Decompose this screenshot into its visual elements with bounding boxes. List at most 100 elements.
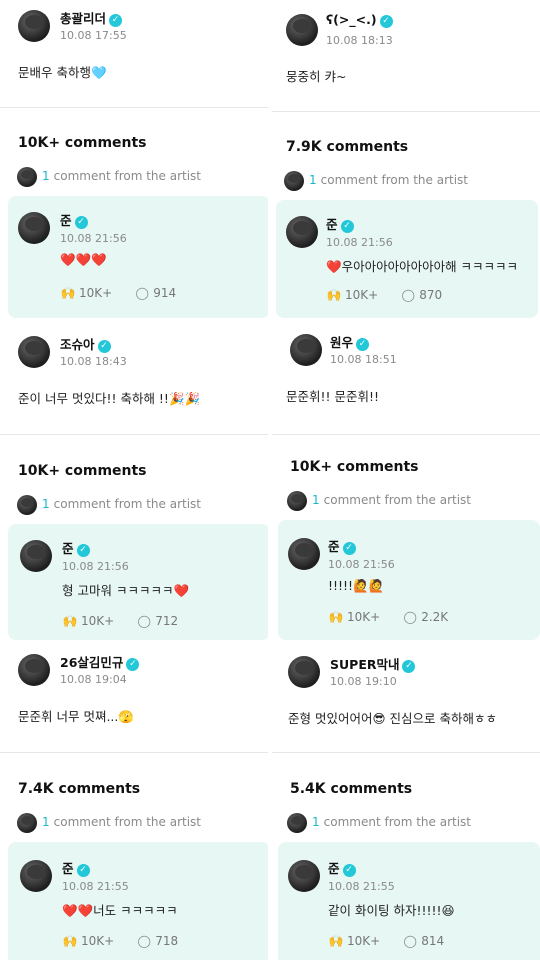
artist-comment-link[interactable]: 1 comment from the artist bbox=[42, 815, 201, 829]
comment-bubble-icon[interactable]: ◯ bbox=[402, 934, 418, 948]
author-name-text[interactable]: 준 bbox=[62, 861, 74, 876]
like-hands-icon[interactable]: 🙌 bbox=[328, 610, 344, 624]
author-name-text[interactable]: 총괄리더 bbox=[60, 11, 106, 26]
reply-stats: 🙌 10K+ ◯ 814 bbox=[328, 934, 445, 948]
artist-mini-avatar bbox=[17, 813, 37, 833]
verified-check-icon: ✓ bbox=[340, 220, 354, 233]
author-name-text[interactable]: 26살김민규 bbox=[60, 655, 123, 670]
post-card[interactable]: 총괄리더 ✓ 10.08 17:55 문배우 축하행🩵 bbox=[0, 0, 268, 106]
post-card[interactable]: ʕ(>_<.) ✓ 10.08 18:13 뭉중히 캬~ bbox=[272, 0, 540, 110]
author-name[interactable]: 원우 ✓ bbox=[330, 332, 370, 351]
divider bbox=[272, 434, 540, 435]
artist-mini-avatar bbox=[287, 491, 307, 511]
author-name[interactable]: 준 ✓ bbox=[328, 858, 356, 877]
author-name[interactable]: 준 ✓ bbox=[326, 214, 354, 233]
avatar[interactable] bbox=[288, 656, 320, 688]
artist-reply[interactable]: 준 ✓ 10.08 21:56 ❤️우아아아아아아아아해 ㅋㅋㅋㅋㅋ 🙌 10K+ ◯… bbox=[276, 200, 538, 318]
comment-thread: 10K+ comments 1 comment from the artist 준… bbox=[0, 122, 268, 432]
post-text: 문준휘 너무 멋쪄...🫣 bbox=[18, 709, 134, 724]
like-count: 10K+ bbox=[81, 614, 115, 628]
divider bbox=[0, 434, 268, 435]
reply-comment-count: 712 bbox=[155, 614, 179, 628]
artist-reply[interactable]: 준 ✓ 10.08 21:56 !!!!!🙋🙋 🙌 10K+ ◯ 2.2K bbox=[278, 520, 540, 640]
avatar[interactable] bbox=[286, 216, 318, 248]
avatar[interactable] bbox=[20, 540, 52, 572]
avatar[interactable] bbox=[290, 334, 322, 366]
avatar[interactable] bbox=[288, 860, 320, 892]
like-count: 10K+ bbox=[347, 934, 381, 948]
avatar[interactable] bbox=[20, 860, 52, 892]
author-name-text[interactable]: 준 bbox=[328, 539, 340, 554]
artist-mini-avatar bbox=[17, 167, 37, 187]
author-name-text[interactable]: 준 bbox=[326, 217, 338, 232]
author-name-text[interactable]: 준 bbox=[328, 861, 340, 876]
avatar[interactable] bbox=[18, 212, 50, 244]
verified-check-icon: ✓ bbox=[379, 15, 393, 28]
reply-date: 10.08 21:55 bbox=[328, 880, 395, 893]
author-name-text[interactable]: 준 bbox=[62, 541, 74, 556]
artist-reply[interactable]: 준 ✓ 10.08 21:55 같이 화이팅 하자!!!!!😆 🙌 10K+ ◯ 814 bbox=[278, 842, 540, 960]
comment-bubble-icon[interactable]: ◯ bbox=[136, 934, 152, 948]
author-name[interactable]: SUPER막내 ✓ bbox=[330, 654, 416, 673]
like-count: 10K+ bbox=[81, 934, 115, 948]
like-hands-icon[interactable]: 🙌 bbox=[62, 934, 78, 948]
like-hands-icon[interactable]: 🙌 bbox=[60, 286, 76, 300]
author-name-text[interactable]: SUPER막내 bbox=[330, 657, 399, 672]
post-text: 준형 멋있어어어😎 진심으로 축하해ㅎㅎ bbox=[288, 711, 497, 726]
comment-bubble-icon[interactable]: ◯ bbox=[136, 614, 152, 628]
artist-comment-count: 1 bbox=[42, 169, 50, 183]
verified-check-icon: ✓ bbox=[356, 338, 370, 351]
avatar[interactable] bbox=[18, 654, 50, 686]
avatar[interactable] bbox=[18, 336, 50, 368]
author-name[interactable]: 준 ✓ bbox=[328, 536, 356, 555]
artist-comment-link[interactable]: 1 comment from the artist bbox=[312, 493, 471, 507]
author-name[interactable]: 총괄리더 ✓ bbox=[60, 8, 123, 27]
artist-comment-count: 1 bbox=[312, 493, 320, 507]
artist-comment-link[interactable]: 1 comment from the artist bbox=[42, 497, 201, 511]
divider bbox=[0, 107, 268, 108]
like-hands-icon[interactable]: 🙌 bbox=[328, 934, 344, 948]
comment-count: 5.4K comments bbox=[290, 781, 413, 797]
post-text: 준이 너무 멋있다!! 축하해 !!🎉🎉 bbox=[18, 391, 201, 406]
author-name-text[interactable]: ʕ(>_<.) bbox=[326, 12, 377, 27]
author-name-text[interactable]: 조슈아 bbox=[60, 337, 95, 352]
comment-thread: 7.4K comments 1 comment from the artist 준… bbox=[0, 768, 268, 960]
artist-comment-label: comment from the artist bbox=[53, 169, 201, 183]
comment-count: 10K+ comments bbox=[18, 135, 147, 151]
comment-bubble-icon[interactable]: ◯ bbox=[400, 288, 416, 302]
like-count: 10K+ bbox=[79, 286, 113, 300]
comment-thread: 10K+ comments 1 comment from the artist 준… bbox=[0, 450, 268, 750]
avatar[interactable] bbox=[288, 538, 320, 570]
artist-comment-link[interactable]: 1 comment from the artist bbox=[309, 173, 468, 187]
like-hands-icon[interactable]: 🙌 bbox=[62, 614, 78, 628]
reply-date: 10.08 21:55 bbox=[62, 880, 129, 893]
artist-comment-link[interactable]: 1 comment from the artist bbox=[42, 169, 201, 183]
comment-bubble-icon[interactable]: ◯ bbox=[134, 286, 150, 300]
author-name[interactable]: 준 ✓ bbox=[62, 538, 90, 557]
like-hands-icon[interactable]: 🙌 bbox=[326, 288, 342, 302]
artist-reply[interactable]: 준 ✓ 10.08 21:55 ❤️❤️너도 ㅋㅋㅋㅋㅋ 🙌 10K+ ◯ 718 bbox=[8, 842, 268, 960]
author-name[interactable]: 26살김민규 ✓ bbox=[60, 652, 140, 671]
author-name[interactable]: 준 ✓ bbox=[62, 858, 90, 877]
comment-thread: 7.9K comments 1 comment from the artist 준… bbox=[272, 126, 540, 432]
artist-reply[interactable]: 준 ✓ 10.08 21:56 형 고마워 ㅋㅋㅋㅋㅋ❤️ 🙌 10K+ ◯ 712 bbox=[8, 524, 268, 640]
avatar[interactable] bbox=[286, 14, 318, 46]
reply-text: !!!!!🙋🙋 bbox=[328, 578, 385, 593]
author-name-text[interactable]: 원우 bbox=[330, 335, 353, 350]
comment-bubble-icon[interactable]: ◯ bbox=[402, 610, 418, 624]
author-name[interactable]: ʕ(>_<.) ✓ bbox=[326, 12, 393, 28]
author-name-text[interactable]: 준 bbox=[60, 213, 72, 228]
artist-comment-link[interactable]: 1 comment from the artist bbox=[312, 815, 471, 829]
artist-reply[interactable]: 준 ✓ 10.08 21:56 ❤️❤️❤️ 🙌 10K+ ◯ 914 bbox=[8, 196, 268, 318]
post-date: 10.08 18:43 bbox=[60, 355, 127, 368]
artist-comment-label: comment from the artist bbox=[320, 173, 468, 187]
reply-stats: 🙌 10K+ ◯ 914 bbox=[60, 286, 177, 300]
author-name[interactable]: 준 ✓ bbox=[60, 210, 88, 229]
artist-comment-label: comment from the artist bbox=[53, 815, 201, 829]
post-date: 10.08 18:13 bbox=[326, 34, 393, 47]
author-name[interactable]: 조슈아 ✓ bbox=[60, 334, 111, 353]
artist-mini-avatar bbox=[287, 813, 307, 833]
screenshot-collage: 총괄리더 ✓ 10.08 17:55 문배우 축하행🩵 ʕ(>_<.) ✓ 10.0… bbox=[0, 0, 540, 960]
like-count: 10K+ bbox=[345, 288, 379, 302]
avatar[interactable] bbox=[18, 10, 50, 42]
